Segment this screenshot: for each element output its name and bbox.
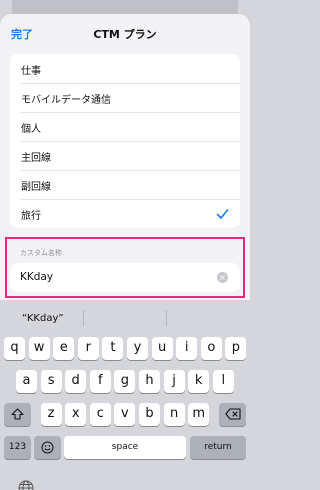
- custom-name-label: カスタム名称: [20, 249, 62, 257]
- key-u[interactable]: u: [151, 337, 173, 360]
- key-b[interactable]: b: [139, 403, 160, 426]
- key-z[interactable]: z: [40, 403, 62, 426]
- key-v[interactable]: v: [114, 403, 136, 426]
- suggestion-bar: “KKday”: [0, 300, 250, 336]
- suggestion-divider: [166, 310, 167, 326]
- plan-option-primary[interactable]: 主回線: [10, 141, 240, 170]
- plan-option-label: 仕事: [21, 66, 41, 77]
- space-key[interactable]: space: [64, 436, 186, 459]
- plan-option-label: 主回線: [21, 153, 51, 164]
- shift-icon: [4, 408, 31, 420]
- custom-name-field[interactable]: KKday ×: [10, 263, 240, 292]
- key-s[interactable]: s: [40, 370, 62, 393]
- plan-option-label: 副回線: [21, 182, 51, 193]
- plan-option-travel[interactable]: 旅行: [10, 199, 240, 228]
- plan-option-work[interactable]: 仕事: [10, 54, 240, 83]
- key-m[interactable]: m: [188, 403, 210, 426]
- suggestion-divider: [83, 310, 84, 326]
- key-f[interactable]: f: [89, 370, 111, 393]
- key-k[interactable]: k: [188, 370, 210, 393]
- page-title: CTM プラン: [93, 28, 157, 41]
- plan-option-label: モバイルデータ通信: [21, 95, 111, 106]
- key-q[interactable]: q: [4, 337, 25, 360]
- plan-option-personal[interactable]: 個人: [10, 112, 240, 141]
- emoji-key[interactable]: [34, 436, 61, 459]
- globe-icon[interactable]: [18, 480, 34, 490]
- key-t[interactable]: t: [102, 337, 124, 360]
- key-g[interactable]: g: [114, 370, 136, 393]
- plan-option-secondary[interactable]: 副回線: [10, 170, 240, 199]
- plan-option-label: 旅行: [21, 211, 41, 222]
- suggestion-item[interactable]: “KKday”: [22, 313, 64, 324]
- key-j[interactable]: j: [163, 370, 185, 393]
- key-x[interactable]: x: [65, 403, 87, 426]
- delete-key[interactable]: [219, 403, 246, 426]
- key-r[interactable]: r: [77, 337, 99, 360]
- shift-key[interactable]: [4, 403, 31, 426]
- checkmark-icon: [216, 205, 229, 224]
- key-n[interactable]: n: [163, 403, 185, 426]
- backspace-icon: [219, 408, 246, 420]
- custom-name-value: KKday: [20, 271, 54, 283]
- numbers-key[interactable]: 123: [4, 436, 31, 459]
- key-a[interactable]: a: [16, 370, 37, 393]
- key-i[interactable]: i: [176, 337, 198, 360]
- plan-option-mobile-data[interactable]: モバイルデータ通信: [10, 83, 240, 112]
- screen: 完了 CTM プラン 仕事 モバイルデータ通信 個人 主回線 副回線 旅行 カス…: [0, 0, 250, 490]
- key-c[interactable]: c: [89, 403, 111, 426]
- navigation-bar: 完了 CTM プラン: [0, 14, 250, 54]
- key-e[interactable]: e: [53, 337, 75, 360]
- key-l[interactable]: l: [212, 370, 234, 393]
- key-w[interactable]: w: [28, 337, 50, 360]
- key-p[interactable]: p: [225, 337, 247, 360]
- key-d[interactable]: d: [65, 370, 87, 393]
- return-key[interactable]: return: [190, 436, 246, 459]
- key-o[interactable]: o: [200, 337, 222, 360]
- plan-option-label: 個人: [21, 124, 41, 135]
- keyboard: “KKday” q w e r t y u i o p a s d f g h …: [0, 300, 250, 490]
- emoji-icon: [34, 441, 61, 454]
- key-y[interactable]: y: [127, 337, 148, 360]
- clear-text-icon[interactable]: ×: [217, 272, 228, 283]
- key-h[interactable]: h: [139, 370, 160, 393]
- plan-options-list: 仕事 モバイルデータ通信 個人 主回線 副回線 旅行: [10, 54, 240, 228]
